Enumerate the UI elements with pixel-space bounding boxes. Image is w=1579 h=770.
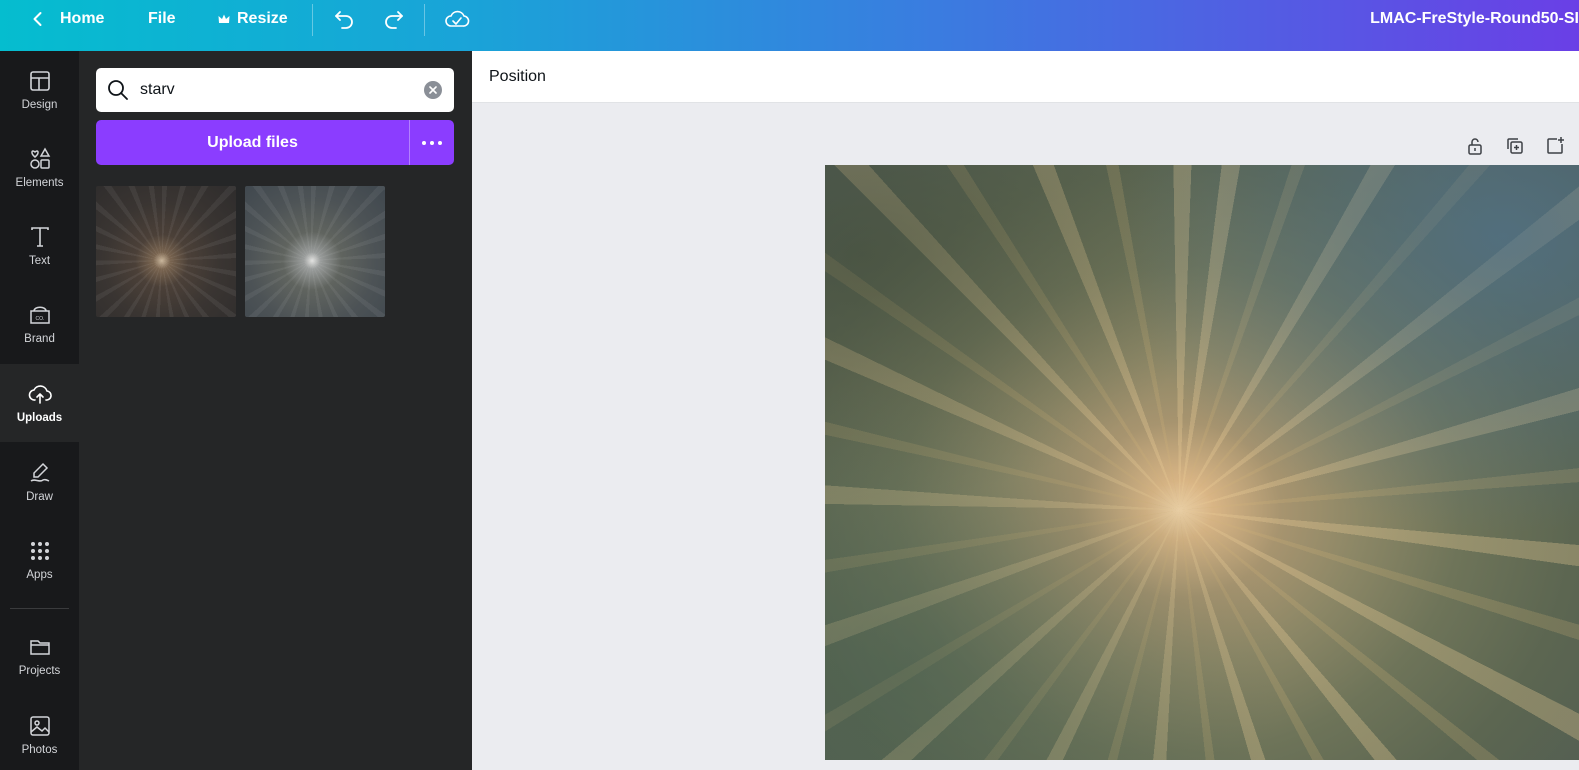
design-title[interactable]: LMAC-FreStyle-Round50-SI: [1370, 0, 1579, 38]
crown-icon: [218, 14, 230, 23]
rail-item-brand[interactable]: CO. Brand: [0, 285, 79, 363]
rail-item-label: Brand: [24, 333, 55, 345]
file-label: File: [148, 10, 176, 27]
toolbar-divider: [424, 4, 425, 36]
add-page-icon: [1547, 137, 1564, 154]
rail-item-projects[interactable]: Projects: [0, 617, 79, 695]
folder-icon: [28, 635, 52, 659]
left-rail: Design Elements Text CO. Brand Uploads D…: [0, 51, 79, 770]
elements-icon: [28, 147, 52, 171]
upload-files-button[interactable]: Upload files: [96, 120, 409, 165]
more-icon-dot: [438, 140, 442, 145]
cloud-check-icon: [445, 10, 470, 27]
rail-item-label: Uploads: [16, 412, 63, 424]
home-label: Home: [60, 10, 105, 27]
more-options-button[interactable]: [410, 120, 454, 165]
svg-text:CO.: CO.: [35, 316, 44, 322]
clear-search-button[interactable]: [424, 81, 442, 99]
design-icon: [28, 69, 52, 93]
search-icon: [108, 80, 128, 100]
uploads-panel: starv Upload files: [79, 51, 472, 770]
rail-item-design[interactable]: Design: [0, 51, 79, 129]
unlock-icon: [1468, 138, 1482, 155]
file-menu-button[interactable]: File: [148, 0, 176, 38]
duplicate-page-button[interactable]: [1503, 134, 1527, 158]
design-title-text: LMAC-FreStyle-Round50-SI: [1370, 10, 1579, 27]
rail-item-label: Design: [21, 99, 58, 111]
rail-item-label: Draw: [26, 491, 53, 503]
apps-icon: [28, 539, 52, 563]
rail-item-photos[interactable]: Photos: [0, 696, 79, 770]
add-page-button[interactable]: [1543, 134, 1567, 158]
more-icon-dot: [422, 140, 426, 145]
brand-icon: CO.: [28, 303, 52, 327]
text-icon: [28, 225, 52, 249]
upload-files-button-group: Upload files: [96, 120, 454, 165]
upload-cloud-icon: [28, 382, 52, 406]
rail-item-text[interactable]: Text: [0, 207, 79, 285]
rail-item-draw[interactable]: Draw: [0, 443, 79, 521]
toolbar-divider: [312, 4, 313, 36]
top-bar: Home File Resize LMAC-FreStyle-Round50-S…: [0, 0, 1579, 51]
editor-toolbar: Position: [472, 51, 1579, 103]
undo-icon: [335, 11, 353, 29]
rail-divider: [10, 608, 69, 609]
rail-item-label: Projects: [18, 665, 61, 677]
rail-item-label: Text: [28, 255, 51, 267]
upload-files-label: Upload files: [207, 133, 298, 151]
rail-item-apps[interactable]: Apps: [0, 521, 79, 599]
page-tools: [1463, 134, 1567, 158]
rail-item-label: Photos: [21, 744, 58, 756]
upload-thumbnail[interactable]: [96, 186, 236, 317]
close-icon: [429, 86, 437, 94]
upload-thumbnail[interactable]: [245, 186, 385, 317]
redo-icon: [385, 11, 403, 29]
save-status-button[interactable]: [442, 4, 472, 34]
rail-item-elements[interactable]: Elements: [0, 129, 79, 207]
undo-button[interactable]: [329, 4, 359, 34]
chevron-left-icon: [33, 12, 42, 26]
search-value: starv: [140, 81, 175, 98]
search-input[interactable]: starv: [96, 68, 454, 112]
draw-icon: [28, 461, 52, 485]
design-page-image[interactable]: [825, 165, 1579, 760]
home-button[interactable]: Home: [30, 0, 104, 38]
rail-item-label: Apps: [26, 569, 53, 581]
resize-label: Resize: [237, 10, 288, 27]
resize-button[interactable]: Resize: [217, 0, 288, 38]
lock-page-button[interactable]: [1463, 134, 1487, 158]
position-button[interactable]: Position: [489, 68, 546, 86]
more-icon-dot: [430, 140, 434, 145]
redo-button[interactable]: [379, 4, 409, 34]
photos-icon: [28, 714, 52, 738]
rail-item-uploads[interactable]: Uploads: [0, 364, 79, 442]
rail-item-label: Elements: [15, 177, 64, 189]
duplicate-icon: [1507, 138, 1523, 154]
